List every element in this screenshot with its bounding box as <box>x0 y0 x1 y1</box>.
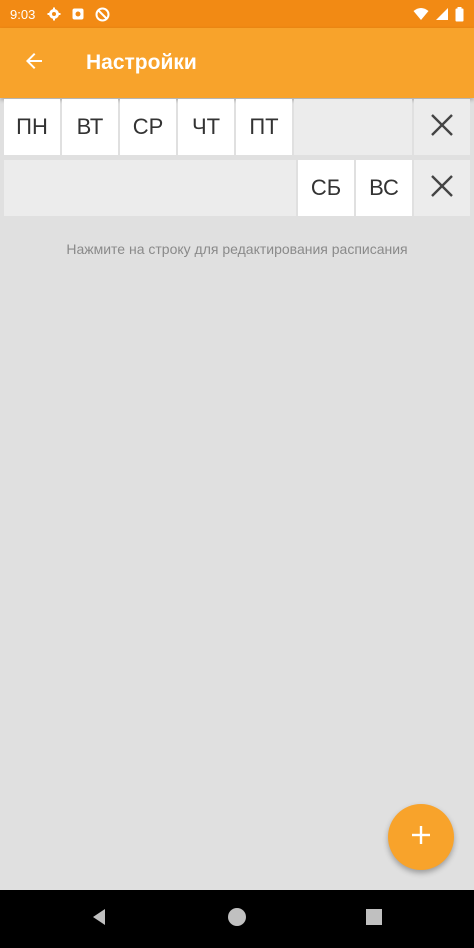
row-empty-area[interactable] <box>294 99 412 155</box>
status-right <box>413 6 464 22</box>
close-icon <box>429 173 455 204</box>
arrow-left-icon <box>22 49 46 78</box>
wifi-icon <box>413 7 429 21</box>
day-cell-wed[interactable]: СР <box>120 99 176 155</box>
hint-text: Нажмите на строку для редактирования рас… <box>66 241 408 257</box>
row-empty-area[interactable] <box>4 160 296 216</box>
page-title: Настройки <box>86 51 197 74</box>
day-cell-mon[interactable]: ПН <box>4 99 60 155</box>
navigation-bar <box>0 890 474 948</box>
status-left: 9:03 <box>10 7 110 22</box>
remove-row-button[interactable] <box>414 160 470 216</box>
day-cell-thu[interactable]: ЧТ <box>178 99 234 155</box>
back-button[interactable] <box>16 45 52 81</box>
app-notification-icon <box>71 7 85 21</box>
day-cell-fri[interactable]: ПТ <box>236 99 292 155</box>
nav-recents-icon <box>364 907 384 932</box>
schedule-row-weekend[interactable]: СБ ВС <box>4 160 470 216</box>
day-cell-sat[interactable]: СБ <box>298 160 354 216</box>
nav-recents-button[interactable] <box>354 899 394 939</box>
nav-back-icon <box>90 907 110 932</box>
schedule-row-weekdays[interactable]: ПН ВТ СР ЧТ ПТ <box>4 99 470 155</box>
status-time: 9:03 <box>10 6 36 22</box>
plus-icon <box>410 824 432 851</box>
remove-row-button[interactable] <box>414 99 470 155</box>
signal-icon <box>435 7 449 21</box>
gear-icon <box>47 7 61 21</box>
app-bar: Настройки <box>0 28 474 98</box>
nav-home-icon <box>227 907 247 932</box>
status-bar: 9:03 <box>0 0 474 28</box>
battery-icon <box>455 6 464 22</box>
day-cell-sun[interactable]: ВС <box>356 160 412 216</box>
add-schedule-button[interactable] <box>388 804 454 870</box>
nav-back-button[interactable] <box>80 899 120 939</box>
no-disturb-icon <box>95 7 110 22</box>
day-cell-tue[interactable]: ВТ <box>62 99 118 155</box>
close-icon <box>429 112 455 143</box>
nav-home-button[interactable] <box>217 899 257 939</box>
